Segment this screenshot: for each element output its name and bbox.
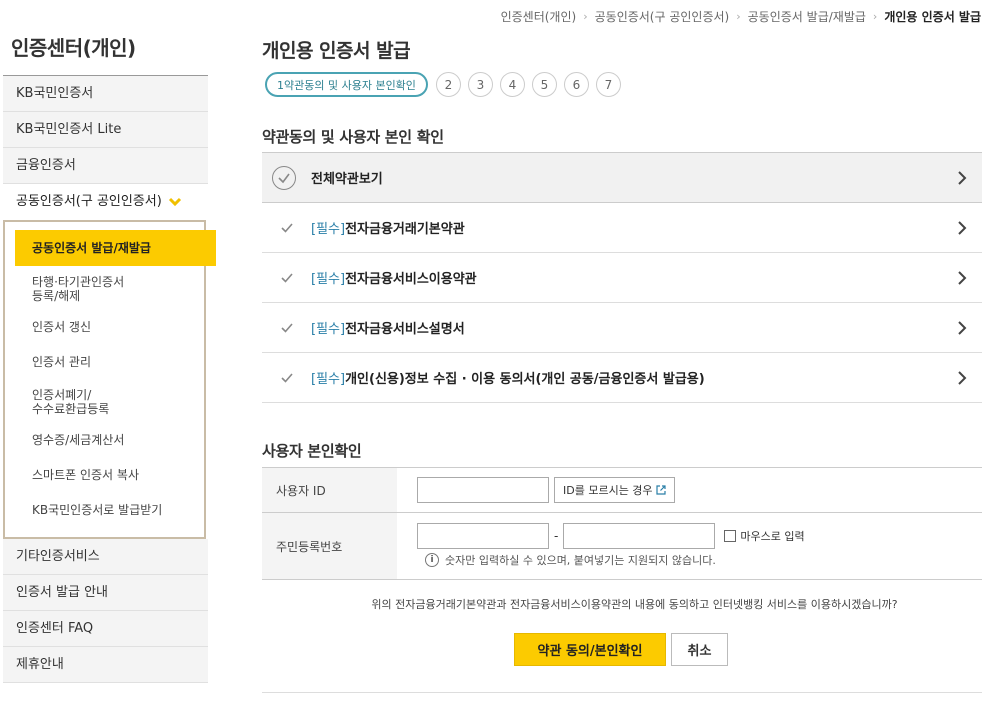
circle-check-icon[interactable]	[272, 165, 296, 190]
info-icon: i	[425, 553, 439, 567]
user-id-input[interactable]	[417, 477, 549, 503]
term-title: 전자금융서비스이용약관	[345, 272, 477, 287]
term-title: 개인(신용)정보 수집 · 이용 동의서(개인 공동/금융인증서 발급용)	[345, 372, 705, 387]
identity-section-title: 사용자 본인확인	[262, 442, 362, 460]
chevron-right-icon	[958, 370, 967, 385]
identity-form: 사용자 ID ID를 모르시는 경우 주민등록번호 - 마우스로 입력 i 숫자…	[262, 467, 982, 580]
sidebar-item-kb-cert-lite[interactable]: KB국민인증서 Lite	[3, 112, 208, 148]
chevron-right-icon	[958, 320, 967, 335]
sidebar: 인증센터(개인) KB국민인증서 KB국민인증서 Lite 금융인증서 공동인증…	[3, 0, 216, 683]
sidebar-item-joint-cert[interactable]: 공동인증서(구 공인인증서)	[3, 184, 208, 220]
breadcrumb-item-joint-cert[interactable]: 공동인증서(구 공인인증서)	[595, 8, 730, 25]
check-icon[interactable]	[275, 222, 299, 234]
breadcrumb-separator-icon: ›	[872, 10, 878, 23]
submenu-item-label: 타행·타기관인증서	[32, 274, 125, 289]
step-item: 2	[435, 72, 461, 97]
step-item: 3	[467, 72, 493, 97]
submenu-item-label: 수수료환급등록	[32, 401, 110, 416]
required-tag: [필수]	[311, 222, 346, 237]
bottom-divider	[262, 692, 982, 693]
external-link-icon	[655, 485, 666, 495]
step-item: 6	[563, 72, 589, 97]
breadcrumb-item-current: 개인용 인증서 발급	[884, 10, 981, 24]
find-id-label: ID를 모르시는 경우	[563, 484, 653, 497]
term-row[interactable]: [필수]전자금융서비스설명서	[262, 303, 982, 353]
term-row[interactable]: [필수]전자금융거래기본약관	[262, 203, 982, 253]
sidebar-item-faq[interactable]: 인증센터 FAQ	[3, 611, 208, 647]
rrn-hint-text: 숫자만 입력하실 수 있으며, 붙여넣기는 지원되지 않습니다.	[445, 554, 716, 567]
chevron-right-icon	[958, 170, 967, 185]
step-current: 1약관동의 및 사용자 본인확인	[265, 72, 428, 97]
breadcrumb-separator-icon: ›	[583, 10, 588, 23]
terms-list: 전체약관보기 [필수]전자금융거래기본약관 [필수]전자금융서비스이용약관 [필…	[262, 152, 982, 403]
rrn-front-input[interactable]	[417, 523, 549, 549]
sidebar-item-other-cert[interactable]: 기타인증서비스	[3, 539, 208, 575]
submenu-item-smartphone-copy[interactable]: 스마트폰 인증서 복사	[5, 457, 204, 492]
submenu-item-revoke[interactable]: 인증서폐기/ 수수료환급등록	[5, 379, 204, 422]
submenu-item-renew[interactable]: 인증서 갱신	[5, 309, 204, 344]
cancel-button[interactable]: 취소	[671, 633, 728, 666]
required-tag: [필수]	[311, 272, 346, 287]
term-title: 전자금융서비스설명서	[345, 322, 465, 337]
check-icon[interactable]	[275, 372, 299, 384]
user-id-row: 사용자 ID ID를 모르시는 경우	[262, 468, 982, 513]
step-item: 7	[595, 72, 621, 97]
terms-section-title: 약관동의 및 사용자 본인 확인	[262, 128, 444, 146]
check-icon[interactable]	[275, 322, 299, 334]
sidebar-item-issue-guide[interactable]: 인증서 발급 안내	[3, 575, 208, 611]
chevron-right-icon	[958, 220, 967, 235]
submenu-item-other-bank-cert[interactable]: 타행·타기관인증서 등록/해제	[5, 266, 204, 309]
rrn-label: 주민등록번호	[262, 513, 397, 579]
term-row[interactable]: [필수]전자금융서비스이용약관	[262, 253, 982, 303]
sidebar-submenu: 공동인증서 발급/재발급 타행·타기관인증서 등록/해제 인증서 갱신 인증서 …	[3, 220, 216, 539]
page-title: 개인용 인증서 발급	[262, 40, 411, 62]
step-indicator: 1약관동의 및 사용자 본인확인 2 3 4 5 6 7	[265, 72, 628, 97]
check-icon[interactable]	[275, 272, 299, 284]
confirm-question: 위의 전자금융거래기본약관과 전자금융서비스이용약관의 내용에 동의하고 인터넷…	[371, 598, 898, 611]
sidebar-title: 인증센터(개인)	[3, 0, 208, 76]
terms-all-label: 전체약관보기	[311, 172, 383, 187]
term-title: 전자금융거래기본약관	[345, 222, 465, 237]
find-id-button[interactable]: ID를 모르시는 경우	[554, 477, 675, 503]
breadcrumb-item-issue[interactable]: 공동인증서 발급/재발급	[748, 8, 866, 25]
user-id-label: 사용자 ID	[262, 468, 397, 512]
submenu-item-manage[interactable]: 인증서 관리	[5, 344, 204, 379]
submenu-item-kb-issue[interactable]: KB국민인증서로 발급받기	[5, 492, 204, 527]
term-row[interactable]: [필수]개인(신용)정보 수집 · 이용 동의서(개인 공동/금융인증서 발급용…	[262, 353, 982, 403]
chevron-right-icon	[958, 270, 967, 285]
breadcrumb-item-home[interactable]: 인증센터(개인)	[501, 8, 577, 25]
mouse-input-checkbox[interactable]	[724, 530, 737, 542]
submenu-item-receipt[interactable]: 영수증/세금계산서	[5, 422, 204, 457]
breadcrumb: 인증센터(개인) › 공동인증서(구 공인인증서) › 공동인증서 발급/재발급…	[501, 8, 981, 25]
sidebar-item-kb-cert[interactable]: KB국민인증서	[3, 76, 208, 112]
mouse-input-label: 마우스로 입력	[740, 530, 805, 543]
rrn-hint: i 숫자만 입력하실 수 있으며, 붙여넣기는 지원되지 않습니다.	[425, 552, 982, 568]
required-tag: [필수]	[311, 372, 346, 387]
step-item: 4	[499, 72, 525, 97]
rrn-row: 주민등록번호 - 마우스로 입력 i 숫자만 입력하실 수 있으며, 붙여넣기는…	[262, 513, 982, 580]
step-item: 5	[531, 72, 557, 97]
submenu-item-label: 인증서폐기/	[32, 387, 92, 402]
action-buttons: 약관 동의/본인확인 취소	[514, 633, 728, 666]
submenu-item-issue[interactable]: 공동인증서 발급/재발급	[15, 230, 216, 266]
sidebar-item-partnership[interactable]: 제휴안내	[3, 647, 208, 683]
sidebar-item-financial-cert[interactable]: 금융인증서	[3, 148, 208, 184]
rrn-back-input[interactable]	[563, 523, 716, 549]
rrn-separator: -	[554, 529, 559, 543]
agree-button[interactable]: 약관 동의/본인확인	[514, 633, 666, 666]
breadcrumb-separator-icon: ›	[736, 10, 741, 23]
required-tag: [필수]	[311, 322, 346, 337]
submenu-item-label: 등록/해제	[32, 288, 81, 303]
sidebar-item-label: 공동인증서(구 공인인증서)	[16, 194, 162, 209]
chevron-down-icon	[168, 197, 182, 206]
terms-all-row[interactable]: 전체약관보기	[262, 153, 982, 203]
